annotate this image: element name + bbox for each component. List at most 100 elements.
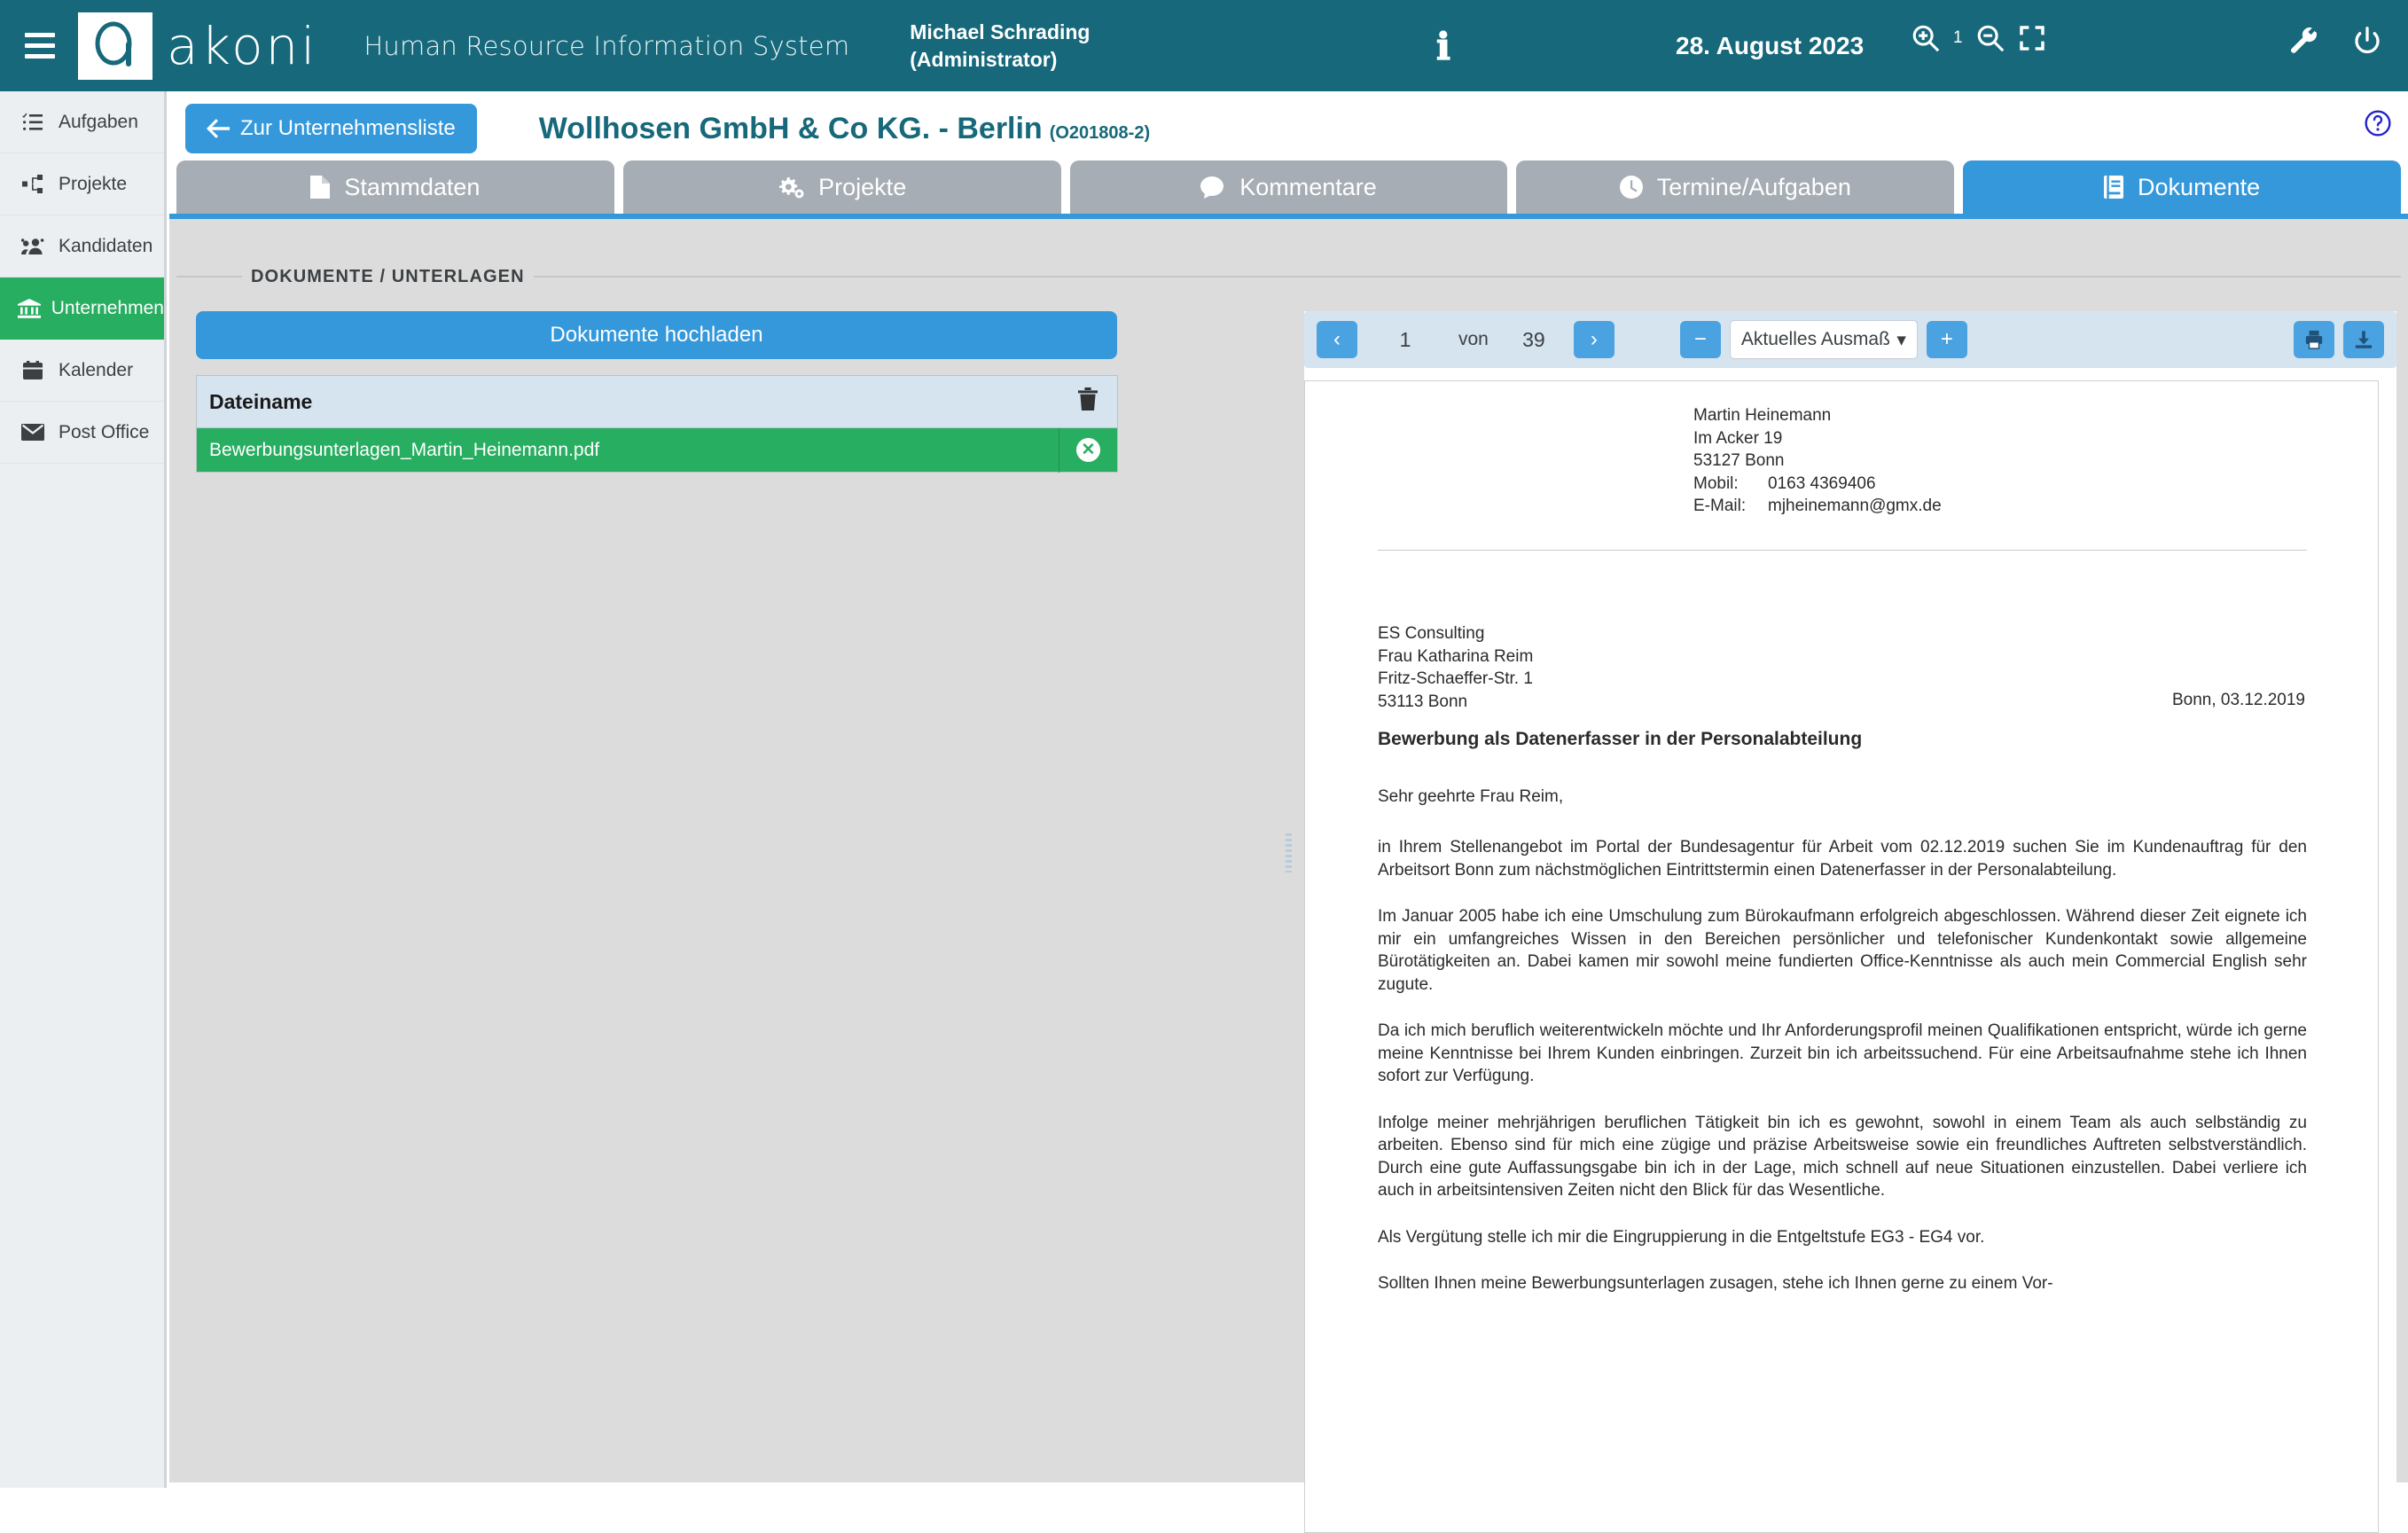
pdf-sender-block: Martin Heinemann Im Acker 19 53127 Bonn … — [1693, 404, 1942, 518]
user-info: Michael Schrading (Administrator) — [910, 19, 1090, 74]
recipient-company: ES Consulting — [1378, 624, 1485, 643]
remove-file-cell[interactable]: ✕ — [1059, 427, 1118, 473]
tab-bar: Stammdaten Projekte Kommentare Termine/A… — [169, 160, 2408, 219]
documents-table: Dateiname Bewerbungsunterlagen_Martin_He… — [196, 375, 1118, 473]
current-date: 28. August 2023 — [1676, 32, 1865, 59]
file-name-cell: Bewerbungsunterlagen_Martin_Heinemann.pd… — [209, 439, 600, 460]
page-subheader: Zur Unternehmensliste Wollhosen GmbH & C… — [169, 91, 2408, 160]
sidebar-item-label: Projekte — [59, 173, 128, 194]
chevron-down-icon: ▾ — [1896, 329, 1906, 350]
tab-dokumente[interactable]: Dokumente — [1963, 160, 2401, 214]
remove-circle-icon[interactable]: ✕ — [1076, 438, 1100, 462]
sidebar: Aufgaben Projekte Kandidaten Unternehmen… — [0, 91, 167, 1488]
sidebar-item-kandidaten[interactable]: Kandidaten — [0, 215, 164, 278]
power-icon[interactable] — [2351, 25, 2383, 57]
back-to-company-list-button[interactable]: Zur Unternehmensliste — [185, 104, 477, 153]
tab-label: Stammdaten — [344, 173, 481, 200]
table-row[interactable]: Bewerbungsunterlagen_Martin_Heinemann.pd… — [196, 427, 1118, 473]
sender-city: 53127 Bonn — [1693, 451, 1785, 470]
pdf-salutation: Sehr geehrte Frau Reim, — [1378, 787, 1564, 806]
tab-label: Projekte — [818, 173, 907, 200]
sidebar-item-kalender[interactable]: Kalender — [0, 340, 164, 402]
print-button[interactable] — [2294, 321, 2334, 358]
sender-name: Martin Heinemann — [1693, 406, 1832, 425]
tasks-list-icon — [16, 113, 50, 132]
pdf-paragraph: Infolge meiner mehrjährigen beruflichen … — [1378, 1113, 2307, 1201]
sidebar-item-label: Post Office — [59, 421, 150, 442]
zoom-out-icon[interactable] — [1975, 23, 2005, 53]
download-icon — [2355, 331, 2373, 348]
pdf-paragraph: Sollten Ihnen meine Bewerbungsunterlagen… — [1378, 1274, 2053, 1293]
sidebar-item-aufgaben[interactable]: Aufgaben — [0, 91, 164, 153]
print-icon — [2305, 330, 2323, 349]
pdf-paragraph: in Ihrem Stellenangebot im Portal der Bu… — [1378, 838, 2307, 880]
download-button[interactable] — [2343, 321, 2384, 358]
sidebar-item-label: Aufgaben — [59, 111, 138, 132]
recipient-street: Fritz-Schaeffer-Str. 1 — [1378, 669, 1533, 688]
zoom-in-button[interactable]: + — [1926, 321, 1967, 358]
upload-documents-button[interactable]: Dokumente hochladen — [196, 311, 1117, 359]
clock-icon — [1619, 176, 1643, 199]
company-name: Wollhosen GmbH & Co KG. - Berlin — [538, 111, 1043, 145]
user-role: (Administrator) — [910, 47, 1058, 71]
topbar-actions — [2287, 25, 2383, 57]
sender-email-row: E-Mail: mjheinemann@gmx.de — [1693, 495, 1942, 518]
pdf-paragraph: Als Vergütung stelle ich mir die Eingrup… — [1378, 1227, 1985, 1247]
pdf-body: in Ihrem Stellenangebot im Portal der Bu… — [1378, 836, 2307, 1319]
brand-name: akoni — [167, 15, 318, 76]
column-header-filename: Dateiname — [196, 375, 1059, 428]
tab-label: Dokumente — [2138, 173, 2261, 200]
company-id: (O201808-2) — [1049, 122, 1151, 143]
pdf-toolbar-actions — [2294, 321, 2384, 358]
pdf-recipient-block: ES Consulting Frau Katharina Reim Fritz-… — [1378, 622, 1533, 713]
zoom-select[interactable]: Aktuelles Ausmaß ▾ — [1729, 320, 1918, 359]
total-pages: 39 — [1522, 327, 1545, 351]
zoom-tools: 1 — [1911, 23, 2046, 53]
documents-left-panel: Dokumente hochladen Dateiname Bewerbungs… — [196, 311, 1260, 473]
sidebar-item-label: Kandidaten — [59, 235, 153, 256]
pdf-page: Martin Heinemann Im Acker 19 53127 Bonn … — [1304, 380, 2379, 1533]
info-icon[interactable]: ℹ — [1436, 25, 1450, 69]
tab-kommentare[interactable]: Kommentare — [1069, 160, 1508, 214]
trash-icon[interactable] — [1059, 375, 1118, 428]
akoni-logo — [78, 12, 152, 80]
pdf-paragraph: Da ich mich beruflich weiterentwickeln m… — [1378, 1021, 2307, 1085]
bank-icon — [16, 298, 43, 318]
tab-stammdaten[interactable]: Stammdaten — [176, 160, 614, 214]
zoom-in-icon[interactable] — [1911, 23, 1941, 53]
logo-glyph — [95, 21, 132, 66]
of-label: von — [1458, 329, 1489, 349]
pdf-subject: Bewerbung als Datenerfasser in der Perso… — [1378, 729, 1863, 749]
previous-page-button[interactable]: ‹ — [1317, 321, 1357, 358]
recipient-person: Frau Katharina Reim — [1378, 646, 1534, 666]
tab-projekte[interactable]: Projekte — [622, 160, 1061, 214]
tab-label: Kommentare — [1239, 173, 1377, 200]
pdf-paragraph: Im Januar 2005 habe ich eine Umschulung … — [1378, 907, 2307, 994]
zoom-select-value: Aktuelles Ausmaß — [1740, 329, 1890, 349]
question-circle-icon[interactable] — [2364, 109, 2392, 142]
sidebar-item-projekte[interactable]: Projekte — [0, 153, 164, 215]
hamburger-icon[interactable] — [12, 33, 67, 59]
sitemap-icon — [16, 174, 50, 194]
table-header-row: Dateiname — [196, 375, 1118, 428]
sender-street: Im Acker 19 — [1693, 428, 1783, 448]
section-label: DOKUMENTE / UNTERLAGEN — [242, 267, 534, 287]
fullscreen-icon[interactable] — [2018, 24, 2046, 52]
zoom-out-button[interactable]: − — [1679, 321, 1721, 358]
tab-termine-aufgaben[interactable]: Termine/Aufgaben — [1516, 160, 1955, 214]
panel-splitter[interactable] — [1282, 219, 1294, 1482]
recipient-city: 53113 Bonn — [1378, 692, 1468, 711]
pdf-viewer: ‹ 1 von 39 › − Aktuelles Ausmaß ▾ + Mart… — [1304, 311, 2396, 1533]
arrow-left-icon — [207, 119, 230, 138]
sender-mobile-row: Mobil: 0163 4369406 — [1693, 473, 1942, 496]
app-subtitle: Human Resource Information System — [364, 30, 850, 61]
envelope-icon — [16, 424, 50, 441]
next-page-button[interactable]: › — [1573, 321, 1614, 358]
current-page-number[interactable]: 1 — [1366, 328, 1444, 352]
book-icon — [2104, 176, 2124, 199]
page-title: Wollhosen GmbH & Co KG. - Berlin (O201808… — [539, 112, 1150, 146]
sidebar-item-unternehmen[interactable]: Unternehmen — [0, 278, 164, 340]
wrench-icon[interactable] — [2287, 25, 2319, 57]
documents-panel: DOKUMENTE / UNTERLAGEN Dokumente hochlad… — [169, 219, 2408, 1533]
sidebar-item-post-office[interactable]: Post Office — [0, 402, 164, 464]
